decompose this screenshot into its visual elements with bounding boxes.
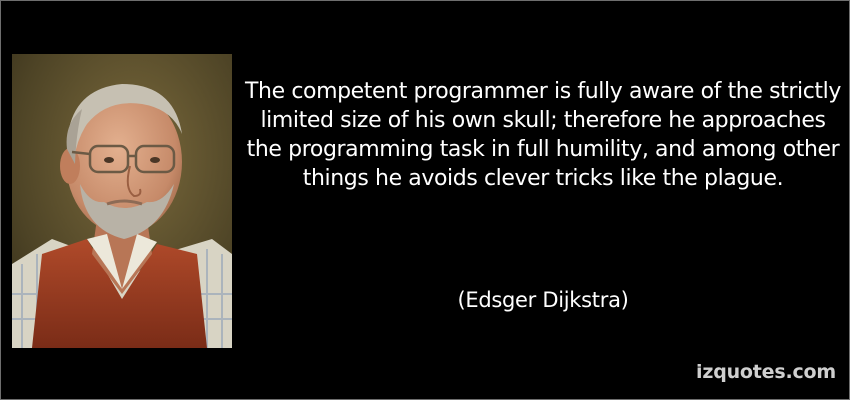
quote-text: The competent programmer is fully aware … [245, 79, 841, 191]
author-portrait [12, 54, 232, 348]
quote-author: (Edsger Dijkstra) [457, 288, 629, 312]
quote-card: The competent programmer is fully aware … [0, 0, 850, 400]
site-watermark: izquotes.com [696, 361, 836, 383]
quote-block: The competent programmer is fully aware … [237, 77, 849, 193]
